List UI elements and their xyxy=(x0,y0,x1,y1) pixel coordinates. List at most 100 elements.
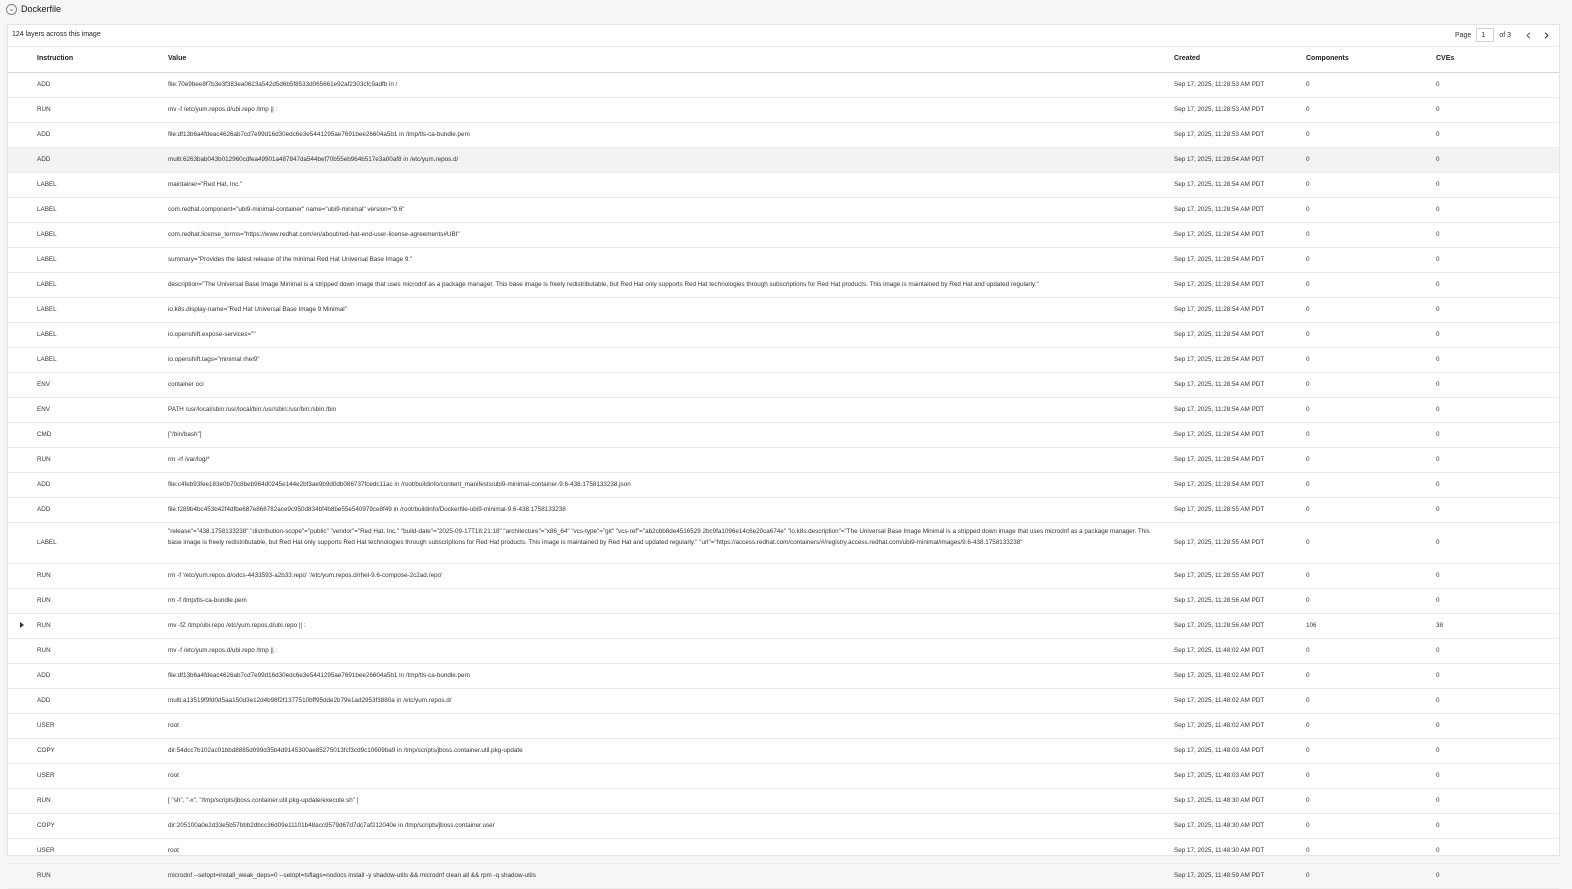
column-header-components[interactable]: Components xyxy=(1306,55,1349,62)
cell-created: Sep 17, 2025, 11:28:54 AM PDT xyxy=(1174,181,1265,188)
cell-created: Sep 17, 2025, 11:28:54 AM PDT xyxy=(1174,456,1265,463)
table-row: ADD file:c4feb93fee183e0b70c8beb964d0245e… xyxy=(8,473,1559,498)
cell-value: mv -f /etc/yum.repos.d/ubi.repo /tmp || … xyxy=(168,647,278,654)
cell-cves: 0 xyxy=(1436,747,1440,754)
cell-components: 106 xyxy=(1306,622,1317,629)
cell-components: 0 xyxy=(1306,872,1310,879)
table-row: ADD file:f289b4bc453b42f4dfbe687e866782ac… xyxy=(8,498,1559,523)
cell-cves: 0 xyxy=(1436,181,1440,188)
table-row: LABEL summary="Provides the latest releas… xyxy=(8,248,1559,273)
cell-created: Sep 17, 2025, 11:48:30 AM PDT xyxy=(1174,797,1265,804)
cell-components: 0 xyxy=(1306,106,1310,113)
cell-value: file:df13b6a4fdeac4626ab7cd7e99d16d30edc… xyxy=(168,131,470,138)
cell-components: 0 xyxy=(1306,406,1310,413)
expand-row-icon[interactable] xyxy=(20,622,24,628)
cell-components: 0 xyxy=(1306,206,1310,213)
cell-created: Sep 17, 2025, 11:28:54 AM PDT xyxy=(1174,281,1265,288)
cell-created: Sep 17, 2025, 11:28:54 AM PDT xyxy=(1174,156,1265,163)
page-label: Page xyxy=(1454,31,1472,39)
cell-value: ["/bin/bash"] xyxy=(168,431,202,438)
table-row: RUN rm -f /tmp/tls-ca-bundle.pem Sep 17, 2… xyxy=(8,589,1559,614)
cell-instruction: ENV xyxy=(37,406,50,413)
cell-created: Sep 17, 2025, 11:28:55 AM PDT xyxy=(1174,539,1265,546)
cell-created: Sep 17, 2025, 11:48:30 AM PDT xyxy=(1174,847,1265,854)
cell-created: Sep 17, 2025, 11:48:03 AM PDT xyxy=(1174,772,1265,779)
cell-instruction: LABEL xyxy=(37,206,57,213)
cell-created: Sep 17, 2025, 11:48:30 AM PDT xyxy=(1174,822,1265,829)
table-row: RUN rm -f '/etc/yum.repos.d/odcs-4433593-… xyxy=(8,564,1559,589)
cell-instruction: CMD xyxy=(37,431,52,438)
cell-components: 0 xyxy=(1306,572,1310,579)
cell-created: Sep 17, 2025, 11:28:54 AM PDT xyxy=(1174,481,1265,488)
column-header-instruction[interactable]: Instruction xyxy=(37,55,73,62)
table-row: LABEL com.redhat.license_terms="https://w… xyxy=(8,223,1559,248)
column-header-value[interactable]: Value xyxy=(168,55,186,62)
cell-value: container oci xyxy=(168,381,204,388)
cell-value: io.openshift.tags="minimal rhel9" xyxy=(168,356,260,363)
cell-cves: 0 xyxy=(1436,647,1440,654)
cell-instruction: LABEL xyxy=(37,306,57,313)
cell-created: Sep 17, 2025, 11:28:53 AM PDT xyxy=(1174,131,1265,138)
table-row: COPY dir:205100a0e2d33e5b57bbb2dbcc36d09e… xyxy=(8,814,1559,839)
cell-created: Sep 17, 2025, 11:28:54 AM PDT xyxy=(1174,306,1265,313)
cell-cves: 0 xyxy=(1436,481,1440,488)
page-number-input[interactable]: 1 xyxy=(1476,28,1495,42)
cell-created: Sep 17, 2025, 11:48:03 AM PDT xyxy=(1174,747,1265,754)
table-row: ADD file:70e9bee8f7b3e3f383ea0623a542d5d6… xyxy=(8,73,1559,98)
cell-instruction: RUN xyxy=(37,872,51,879)
column-header-created[interactable]: Created xyxy=(1174,55,1200,62)
table-row: LABEL io.openshift.expose-services="" Sep … xyxy=(8,323,1559,348)
cell-created: Sep 17, 2025, 11:28:53 AM PDT xyxy=(1174,81,1265,88)
cell-instruction: ADD xyxy=(37,131,51,138)
chevron-down-icon[interactable]: ⌄ xyxy=(6,4,17,15)
cell-components: 0 xyxy=(1306,181,1310,188)
cell-cves: 0 xyxy=(1436,722,1440,729)
previous-page-button[interactable] xyxy=(1521,28,1535,42)
cell-instruction: RUN xyxy=(37,797,51,804)
cell-value: file:f289b4bc453b42f4dfbe687e866782ace9c… xyxy=(168,506,566,513)
cell-cves: 0 xyxy=(1436,506,1440,513)
cell-value: dir:205100a0e2d33e5b57bbb2dbcc36d09e1110… xyxy=(168,822,495,829)
cell-components: 0 xyxy=(1306,256,1310,263)
cell-components: 0 xyxy=(1306,131,1310,138)
table-row: ADD file:df13b6a4fdeac4626ab7cd7e99d16d30… xyxy=(8,664,1559,689)
table-header: Instruction Value Created Components CVE… xyxy=(8,47,1559,73)
cell-cves: 0 xyxy=(1436,772,1440,779)
table-row: ADD multi:6263bab043b012960cdfea49901a487… xyxy=(8,148,1559,173)
cell-cves: 0 xyxy=(1436,206,1440,213)
panel-toolbar: 124 layers across this image Page 1 of 3 xyxy=(8,25,1559,47)
cell-value: microdnf --setopt=install_weak_deps=0 --… xyxy=(168,872,536,879)
cell-components: 0 xyxy=(1306,331,1310,338)
cell-cves: 0 xyxy=(1436,822,1440,829)
column-header-cves[interactable]: CVEs xyxy=(1436,55,1454,62)
cell-value: summary="Provides the latest release of … xyxy=(168,256,413,263)
cell-cves: 0 xyxy=(1436,356,1440,363)
table-row: ENV PATH /usr/local/sbin:/usr/local/bin:/… xyxy=(8,398,1559,423)
cell-value: PATH /usr/local/sbin:/usr/local/bin:/usr… xyxy=(168,406,337,413)
dockerfile-section-header[interactable]: ⌄ Dockerfile xyxy=(0,0,1572,20)
table-row: USER root Sep 17, 2025, 11:48:30 AM PDT 0 0 xyxy=(8,839,1559,864)
cell-instruction: ENV xyxy=(37,381,50,388)
cell-components: 0 xyxy=(1306,672,1310,679)
cell-cves: 0 xyxy=(1436,406,1440,413)
cell-cves: 0 xyxy=(1436,872,1440,879)
cell-components: 0 xyxy=(1306,81,1310,88)
cell-cves: 38 xyxy=(1436,622,1444,629)
cell-components: 0 xyxy=(1306,822,1310,829)
table-row[interactable]: RUN mv -fZ /tmp/ubi.repo /etc/yum.repos.d… xyxy=(8,614,1559,639)
cell-components: 0 xyxy=(1306,231,1310,238)
table-row: ENV container oci Sep 17, 2025, 11:28:54 A… xyxy=(8,373,1559,398)
next-page-button[interactable] xyxy=(1539,28,1553,42)
cell-instruction: RUN xyxy=(37,622,51,629)
cell-cves: 0 xyxy=(1436,331,1440,338)
table-row: USER root Sep 17, 2025, 11:48:03 AM PDT 0 0 xyxy=(8,764,1559,789)
cell-value: io.openshift.expose-services="" xyxy=(168,331,256,338)
cell-value: root xyxy=(168,772,179,779)
cell-value: com.redhat.component="ubi9-minimal-conta… xyxy=(168,206,405,213)
table-row: RUN microdnf --setopt=install_weak_deps=0… xyxy=(8,864,1559,889)
table-row: CMD ["/bin/bash"] Sep 17, 2025, 11:28:54 A… xyxy=(8,423,1559,448)
cell-instruction: ADD xyxy=(37,697,51,704)
table-row: LABEL "release"="438.1758133238" "distrib… xyxy=(8,523,1559,564)
cell-components: 0 xyxy=(1306,506,1310,513)
cell-components: 0 xyxy=(1306,597,1310,604)
